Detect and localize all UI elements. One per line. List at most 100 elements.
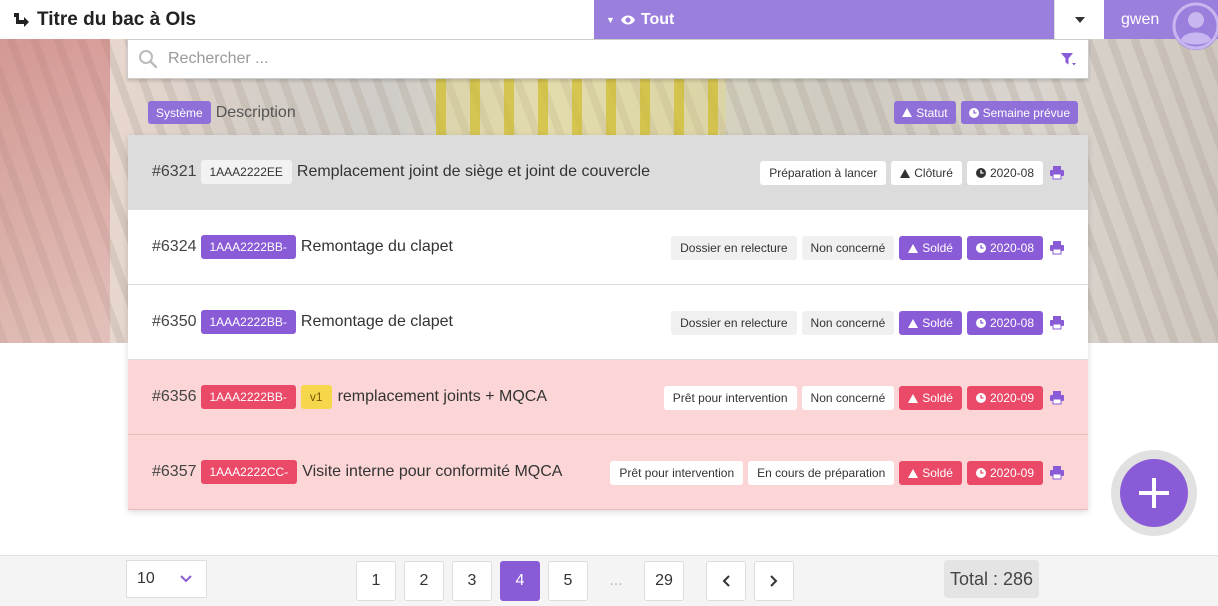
item-id: #6321 [152, 163, 197, 180]
system-code-badge: 1AAA2222BB- [200, 310, 296, 334]
status-label: Clôturé [914, 166, 953, 180]
item-id: #6356 [152, 388, 197, 405]
page-button-4-current[interactable]: 4 [500, 561, 540, 601]
status-badge: Clôturé [891, 161, 962, 185]
plus-icon [1139, 478, 1169, 508]
item-id: #6324 [152, 238, 197, 255]
system-code-badge: 1AAA2222CC- [200, 460, 298, 484]
warning-icon [908, 318, 919, 328]
previous-page-button[interactable] [706, 561, 746, 601]
view-filter-select[interactable]: ▼ Tout [594, 0, 1054, 39]
status-column-label: Statut [916, 105, 948, 120]
warning-icon [908, 243, 919, 253]
sort-week-button[interactable]: Semaine prévue [960, 101, 1078, 124]
user-icon [1172, 2, 1218, 50]
preparation-badge: Non concerné [801, 386, 895, 410]
clock-icon [975, 468, 986, 478]
page-button-3[interactable]: 3 [452, 561, 492, 601]
page-button-2[interactable]: 2 [404, 561, 444, 601]
list-item[interactable]: #6350 1AAA2222BB- Remontage de clapet Do… [128, 285, 1088, 360]
caret-down-icon [1074, 16, 1085, 23]
warning-icon [900, 168, 911, 178]
pagination-bar: 10 1 2 3 4 5 ... 29 Total : 286 [0, 555, 1218, 606]
search-input[interactable] [168, 50, 1060, 68]
list-item[interactable]: #6356 1AAA2222BB- v1 remplacement joints… [128, 360, 1088, 435]
sort-status-button[interactable]: Statut [894, 101, 956, 124]
search-bar [127, 39, 1089, 79]
next-page-button[interactable] [754, 561, 794, 601]
review-badge: Prêt pour intervention [610, 461, 744, 485]
clock-icon [968, 107, 979, 118]
item-title: Remplacement joint de siège et joint de … [296, 163, 650, 180]
user-menu[interactable]: gwen [1104, 0, 1218, 50]
add-button-halo [1111, 450, 1197, 536]
system-code-badge: 1AAA2222EE [200, 160, 292, 184]
banner-left-panel [0, 39, 110, 343]
list-item[interactable]: #6357 1AAA2222CC- Visite interne pour co… [128, 435, 1088, 510]
preparation-badge: Non concerné [801, 311, 895, 335]
column-description-label: Description [215, 103, 296, 121]
page-size-value: 10 [137, 570, 155, 587]
status-badge: Soldé [899, 311, 962, 335]
page-button-last[interactable]: 29 [644, 561, 684, 601]
print-icon[interactable] [1050, 166, 1064, 180]
warning-icon [908, 468, 919, 478]
filter-label: Tout [640, 10, 675, 28]
list-item[interactable]: #6321 1AAA2222EE Remplacement joint de s… [128, 135, 1088, 210]
top-bar: Titre du bac à OIs ▼ Tout gwen [0, 0, 1218, 50]
clock-icon [975, 168, 986, 178]
print-icon[interactable] [1050, 466, 1064, 480]
week-badge: 2020-09 [966, 386, 1043, 410]
preparation-badge: Non concerné [801, 236, 895, 260]
item-title: remplacement joints + MQCA [337, 388, 547, 405]
item-title: Remontage du clapet [300, 238, 453, 255]
status-label: Soldé [922, 391, 953, 405]
print-icon[interactable] [1050, 316, 1064, 330]
status-label: Soldé [922, 241, 953, 255]
chevron-left-icon [722, 575, 730, 587]
week-column-label: Semaine prévue [982, 105, 1070, 120]
app-brand[interactable]: Titre du bac à OIs [0, 0, 594, 39]
review-badge: Dossier en relecture [671, 311, 797, 335]
column-headers: Système Description Statut Semaine prévu… [148, 101, 1078, 125]
status-badge: Soldé [899, 236, 962, 260]
search-icon [139, 50, 158, 69]
filter-icon[interactable] [1060, 51, 1076, 67]
status-label: Soldé [922, 466, 953, 480]
clock-icon [975, 243, 986, 253]
chevron-right-icon [770, 575, 778, 587]
status-badge: Soldé [899, 461, 962, 485]
item-title: Visite interne pour conformité MQCA [302, 463, 563, 480]
filter-dropdown-button[interactable] [1054, 0, 1104, 39]
print-icon[interactable] [1050, 391, 1064, 405]
add-oi-button[interactable] [1120, 459, 1188, 527]
week-label: 2020-08 [989, 316, 1034, 330]
oi-list: #6321 1AAA2222EE Remplacement joint de s… [128, 135, 1088, 510]
week-badge: 2020-08 [966, 161, 1043, 185]
page-size-select[interactable]: 10 [126, 560, 207, 598]
list-item[interactable]: #6324 1AAA2222BB- Remontage du clapet Do… [128, 210, 1088, 285]
item-title: Remontage de clapet [300, 313, 453, 330]
warning-icon [908, 393, 919, 403]
merge-arrow-icon [14, 12, 29, 27]
week-badge: 2020-08 [966, 311, 1043, 335]
print-icon[interactable] [1050, 241, 1064, 255]
system-code-badge: 1AAA2222BB- [200, 385, 296, 409]
page-ellipsis: ... [609, 572, 623, 589]
user-name: gwen [1121, 10, 1160, 28]
sort-system-button[interactable]: Système [148, 101, 211, 124]
caret-down-icon: ▼ [606, 14, 615, 25]
status-badge: Soldé [899, 386, 962, 410]
page-button-5[interactable]: 5 [548, 561, 588, 601]
week-badge: 2020-08 [966, 236, 1043, 260]
status-label: Soldé [922, 316, 953, 330]
warning-icon [902, 108, 913, 117]
page-button-1[interactable]: 1 [356, 561, 396, 601]
week-label: 2020-08 [989, 241, 1034, 255]
review-badge: Dossier en relecture [671, 236, 797, 260]
item-id: #6350 [152, 313, 197, 330]
clock-icon [975, 318, 986, 328]
version-badge: v1 [300, 385, 332, 409]
item-id: #6357 [152, 463, 197, 480]
avatar[interactable] [1172, 2, 1218, 50]
